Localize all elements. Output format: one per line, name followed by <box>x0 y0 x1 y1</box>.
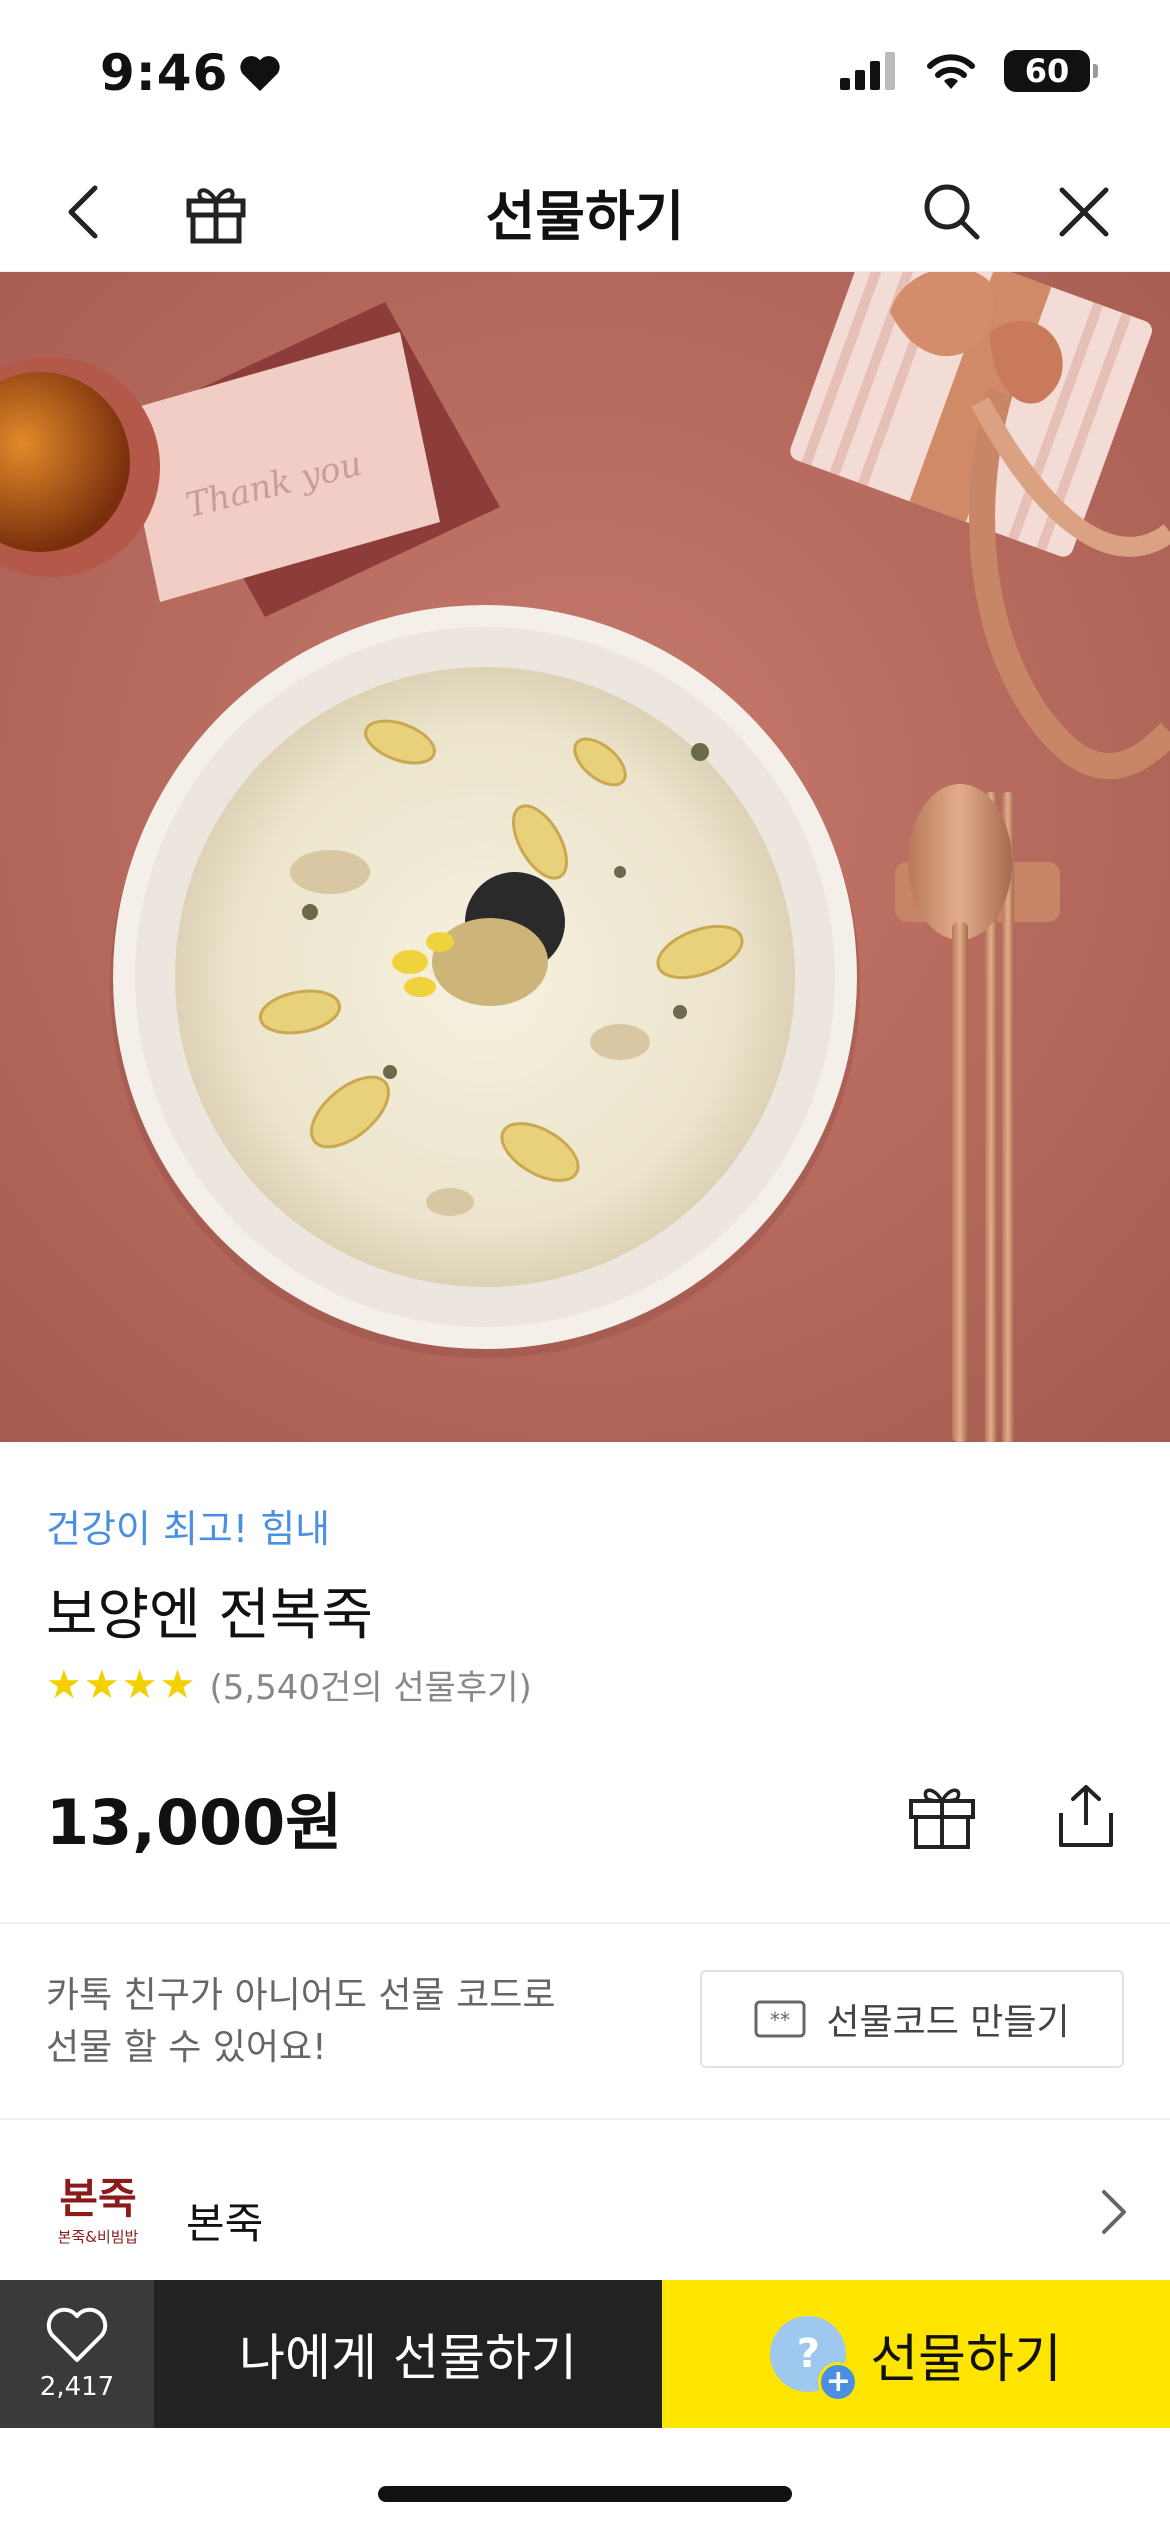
brand-name: 본죽 <box>186 2199 264 2248</box>
code-icon: ** <box>754 2000 806 2038</box>
status-indicators: 60 <box>840 50 1098 92</box>
product-image: Thank you <box>0 272 1170 1442</box>
friend-add-icon: ? + <box>770 2316 859 2402</box>
send-gift-button[interactable]: ? + 선물하기 <box>662 2280 1170 2428</box>
create-gift-code-button[interactable]: ** 선물코드 만들기 <box>700 1970 1124 2068</box>
star-icon: ★ <box>121 1661 158 1708</box>
gift-code-description: 카톡 친구가 아니어도 선물 코드로 선물 할 수 있어요! <box>46 1970 606 2074</box>
star-icon: ★ <box>159 1661 196 1708</box>
brand-logo: 본죽 본죽&비빔밥 <box>46 2176 150 2256</box>
wifi-icon <box>927 54 975 89</box>
like-count: 2,417 <box>39 2372 115 2402</box>
product-name: 보양엔 전복죽 <box>46 1583 373 1648</box>
gift-code-text-line1: 카톡 친구가 아니어도 선물 코드로 <box>46 1975 556 2016</box>
gift-to-self-button[interactable]: 나에게 선물하기 <box>154 2280 662 2428</box>
gift-box-button[interactable] <box>176 172 256 252</box>
back-button[interactable] <box>44 172 124 252</box>
divider <box>0 1922 1170 1924</box>
wishlist-gift-button[interactable] <box>904 1778 980 1854</box>
search-button[interactable] <box>912 172 992 252</box>
close-button[interactable] <box>1044 172 1124 252</box>
product-price: 13,000원 <box>46 1786 343 1859</box>
send-gift-label: 선물하기 <box>870 2329 1062 2390</box>
battery-level: 60 <box>1024 52 1070 90</box>
search-icon <box>924 184 980 240</box>
heart-icon <box>240 56 281 92</box>
signal-icon <box>840 52 895 90</box>
plus-icon: + <box>818 2362 859 2402</box>
brand-logo-text: 본죽 <box>59 2174 137 2223</box>
brand-logo-subtext: 본죽&비빔밥 <box>57 2228 139 2246</box>
status-time-text: 9:46 <box>100 44 229 102</box>
create-gift-code-label: 선물코드 만들기 <box>826 2002 1070 2043</box>
gift-code-text-line2: 선물 할 수 있어요! <box>46 2027 327 2068</box>
abalone-porridge-photo: Thank you <box>0 272 1170 1442</box>
gift-icon <box>909 1788 975 1849</box>
gift-code-section: 카톡 친구가 아니어도 선물 코드로 선물 할 수 있어요! ** 선물코드 만… <box>0 1926 1170 2120</box>
share-icon <box>1059 1785 1113 1847</box>
like-button[interactable]: 2,417 <box>0 2280 154 2428</box>
star-icon: ★ <box>46 1661 82 1708</box>
chevron-right-icon <box>1096 2186 1130 2242</box>
bottom-action-bar: 2,417 나에게 선물하기 ? + 선물하기 <box>0 2280 1170 2428</box>
svg-text:**: ** <box>770 2008 790 2032</box>
heart-outline-icon <box>46 2307 108 2362</box>
home-indicator <box>378 2486 792 2502</box>
product-rating[interactable]: ★ ★ ★ ★ (5,540건의 선물후기) <box>46 1660 532 1709</box>
chevron-left-icon <box>68 185 98 239</box>
battery-indicator: 60 <box>1004 50 1098 92</box>
nav-bar: 선물하기 <box>0 150 1170 272</box>
status-bar: 9:46 60 <box>0 0 1170 150</box>
share-button[interactable] <box>1048 1778 1124 1854</box>
gift-badge-text: ? <box>796 2331 820 2377</box>
product-tagline: 건강이 최고! 힘내 <box>46 1507 331 1551</box>
star-icon: ★ <box>83 1661 120 1708</box>
gift-to-self-label: 나에게 선물하기 <box>239 2329 577 2387</box>
close-icon <box>1059 187 1109 237</box>
price-actions <box>904 1778 1124 1854</box>
brand-row[interactable]: 본죽 본죽&비빔밥 본죽 <box>0 2120 1170 2280</box>
gift-icon <box>186 188 246 244</box>
status-time: 9:46 <box>100 44 282 102</box>
review-count[interactable]: (5,540건의 선물후기) <box>209 1660 531 1709</box>
